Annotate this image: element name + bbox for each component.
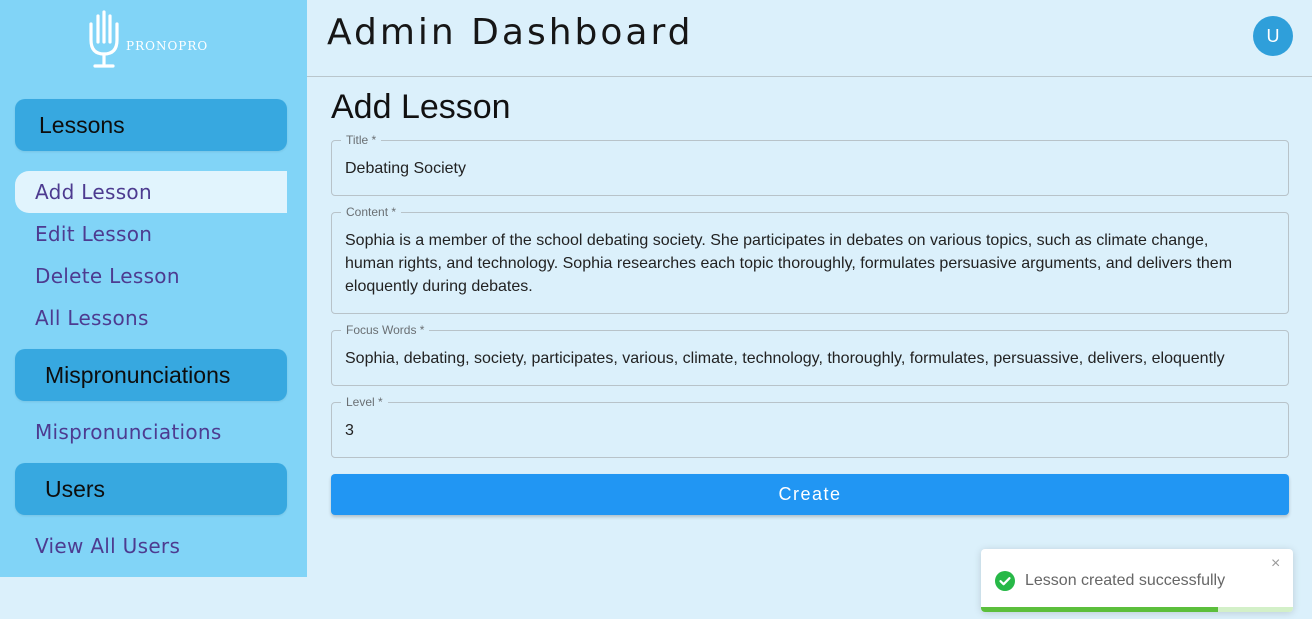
section-title: Users	[45, 475, 106, 502]
form-title: Add Lesson	[331, 88, 511, 126]
page-header-title: Admin Dashboard	[327, 12, 694, 53]
sidebar-item-label: Add Lesson	[35, 180, 152, 204]
toast-progress-bar	[981, 607, 1219, 612]
focus-words-field-value[interactable]: Sophia, debating, society, participates,…	[345, 347, 1280, 370]
sidebar-item-label: All Lessons	[35, 306, 149, 330]
avatar-initial: U	[1266, 25, 1280, 46]
sidebar-item-label: Mispronunciations	[35, 420, 222, 444]
level-field[interactable]: Level * 3	[331, 395, 1289, 458]
section-title: Lessons	[39, 111, 125, 138]
focus-words-field-label: Focus Words *	[341, 323, 430, 337]
sidebar-item-label: Delete Lesson	[35, 264, 180, 288]
content-field-value[interactable]: Sophia is a member of the school debatin…	[345, 229, 1258, 298]
success-toast: Lesson created successfully ×	[981, 549, 1293, 612]
sidebar-item-view-all-users[interactable]: View All Users	[15, 525, 287, 567]
sidebar-item-all-lessons[interactable]: All Lessons	[15, 297, 287, 339]
microphone-hand-icon	[89, 10, 119, 68]
section-header-mispronunciations: Mispronunciations	[15, 349, 287, 401]
sidebar-item-delete-lesson[interactable]: Delete Lesson	[15, 255, 287, 297]
toast-message: Lesson created successfully	[1025, 572, 1226, 589]
close-icon[interactable]: ×	[1271, 555, 1280, 573]
sidebar-item-label: Edit Lesson	[35, 222, 153, 246]
level-field-value[interactable]: 3	[345, 419, 1258, 442]
title-field[interactable]: Title * Debating Society	[331, 133, 1289, 196]
create-button[interactable]: Create	[331, 474, 1289, 515]
level-field-label: Level *	[341, 395, 388, 409]
check-circle-icon	[995, 571, 1015, 591]
sidebar-item-edit-lesson[interactable]: Edit Lesson	[15, 213, 287, 255]
section-header-users: Users	[15, 463, 287, 515]
sidebar-item-label: View All Users	[35, 534, 181, 558]
user-avatar[interactable]: U	[1253, 16, 1293, 56]
sidebar: PRONOPRO Lessons Add Lesson Edit Lesson …	[0, 0, 307, 577]
section-title: Mispronunciations	[45, 361, 231, 388]
sidebar-item-mispronunciations[interactable]: Mispronunciations	[15, 411, 287, 453]
content-field[interactable]: Content * Sophia is a member of the scho…	[331, 205, 1289, 314]
title-field-label: Title *	[341, 133, 382, 147]
focus-words-field[interactable]: Focus Words * Sophia, debating, society,…	[331, 323, 1289, 386]
top-header: Admin Dashboard U	[307, 0, 1312, 77]
section-header-lessons: Lessons	[15, 99, 287, 151]
app-logo[interactable]: PRONOPRO	[84, 10, 224, 72]
logo-text: PRONOPRO	[126, 39, 209, 53]
title-field-value[interactable]: Debating Society	[345, 157, 1258, 180]
sidebar-item-add-lesson[interactable]: Add Lesson	[15, 171, 287, 213]
content-field-label: Content *	[341, 205, 402, 219]
